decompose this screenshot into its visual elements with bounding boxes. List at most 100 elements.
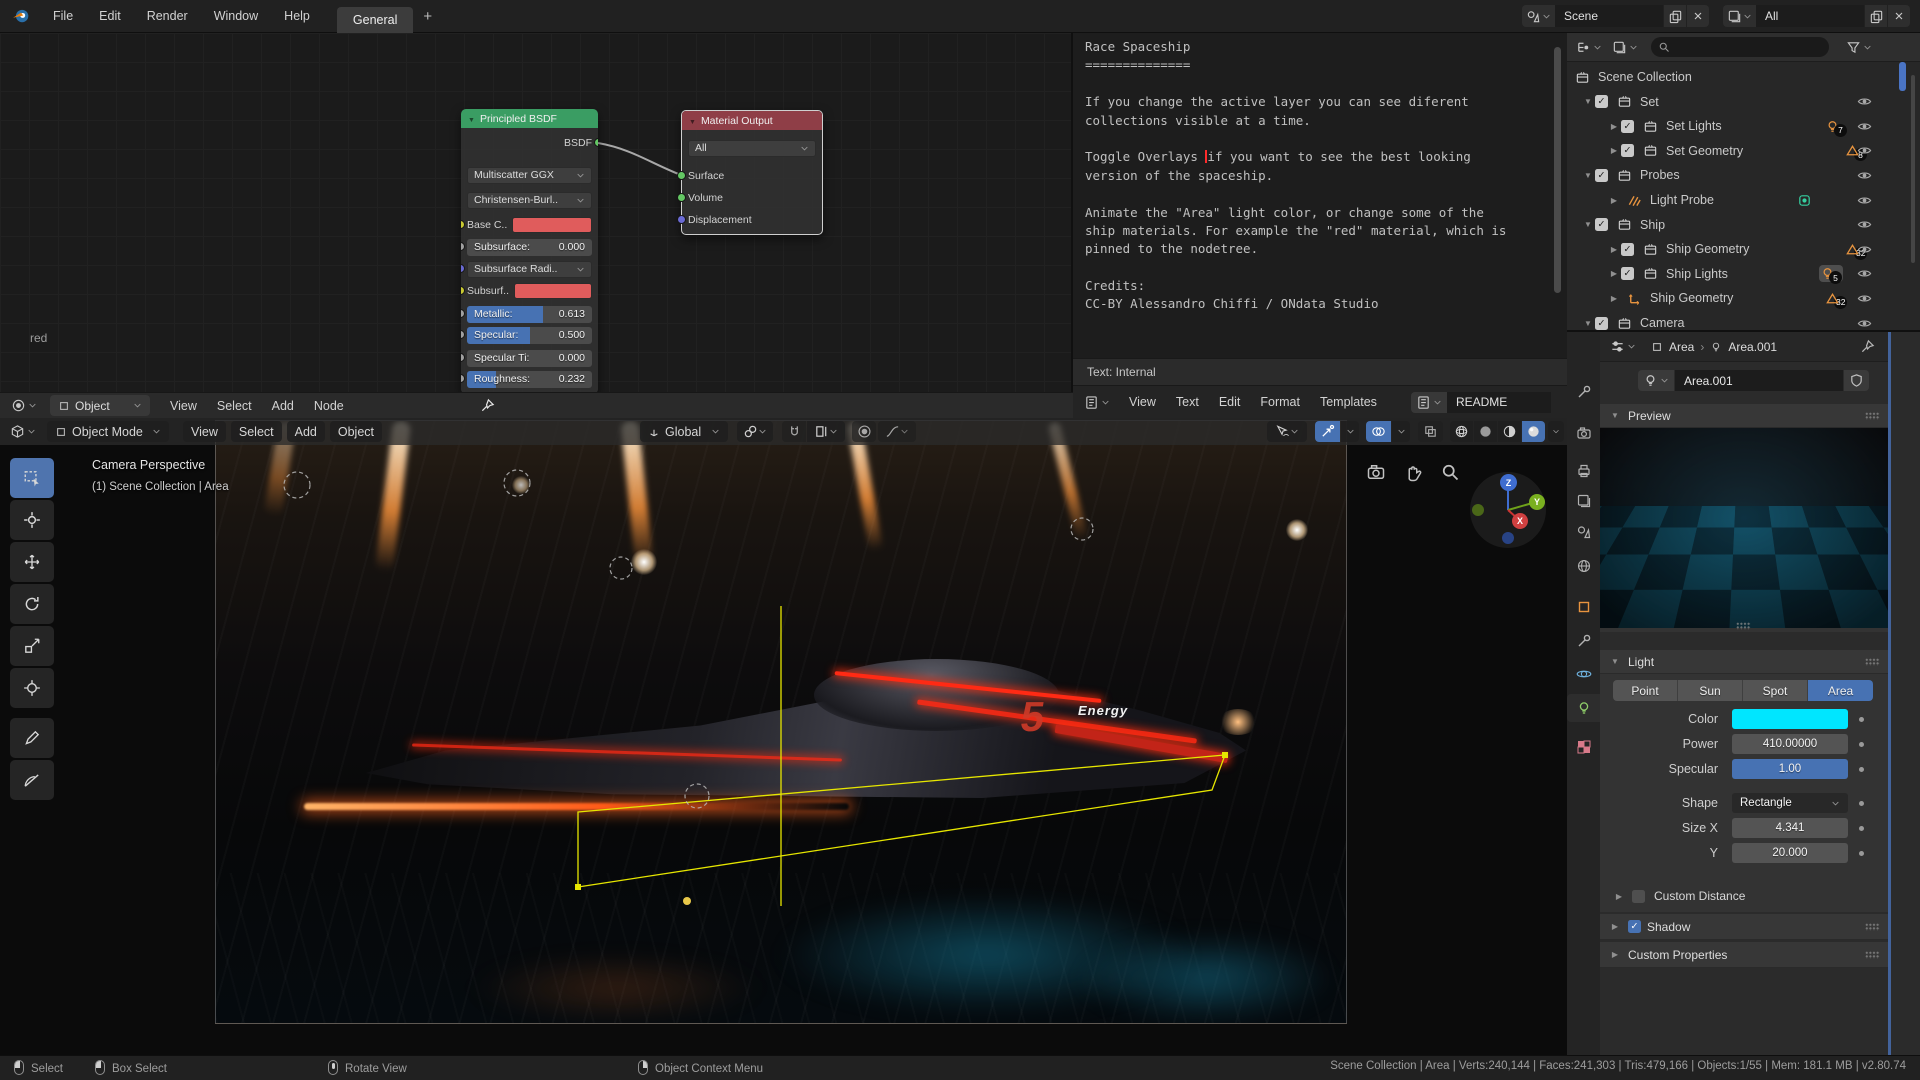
editor-type-button[interactable] [1079, 392, 1115, 413]
tool-cursor[interactable] [10, 500, 54, 540]
proportional-editing-button[interactable] [852, 421, 876, 442]
viewport-3d[interactable]: 5 Energy Obje [0, 418, 1567, 1055]
animate-dot[interactable] [1859, 742, 1864, 747]
menu-render[interactable]: Render [134, 9, 201, 23]
shadow-panel-header[interactable]: ▶ Shadow [1600, 914, 1888, 940]
gizmo-dropdown-button[interactable] [1341, 421, 1359, 442]
view-layer-new-button[interactable] [1865, 5, 1887, 27]
menu-select[interactable]: Select [231, 421, 282, 442]
outliner-row-ship-geometry-empty[interactable]: ▶ Ship Geometry 32 [1607, 286, 1920, 310]
tab-physics[interactable] [1576, 666, 1592, 682]
object-visibility-button[interactable] [1267, 421, 1307, 442]
eye-icon[interactable] [1857, 242, 1872, 257]
overlays-dropdown-button[interactable] [1392, 421, 1410, 442]
shading-solid-button[interactable] [1474, 421, 1497, 442]
pan-hand-button[interactable] [1403, 462, 1423, 482]
menu-format[interactable]: Format [1250, 395, 1310, 409]
outliner-row-light-probe[interactable]: ▶ Light Probe [1607, 188, 1920, 212]
tab-object[interactable] [1576, 599, 1592, 615]
shading-rendered-button[interactable] [1522, 421, 1545, 442]
specular-field[interactable]: 1.00 [1732, 759, 1848, 779]
scene-name-field[interactable]: Scene [1555, 5, 1663, 27]
outliner-row-ship[interactable]: ▼ Ship [1581, 213, 1911, 237]
specular-socket[interactable] [461, 330, 465, 339]
collection-checkbox[interactable] [1621, 120, 1634, 133]
tool-box-select[interactable] [10, 458, 54, 498]
material-output-node[interactable]: Material Output All Surface Volume Displ… [681, 110, 823, 235]
snap-target-button[interactable] [737, 421, 773, 442]
menu-object[interactable]: Object [330, 421, 382, 442]
grip-dots[interactable] [1865, 412, 1880, 420]
editor-type-button[interactable] [5, 421, 41, 442]
xray-toggle-button[interactable] [1418, 421, 1443, 442]
eye-icon[interactable] [1857, 291, 1872, 306]
disclosure-triangle[interactable]: ▼ [1581, 171, 1595, 180]
menu-view[interactable]: View [1119, 395, 1166, 409]
collapse-triangle-icon[interactable] [468, 113, 475, 125]
roughness-socket[interactable] [461, 374, 465, 383]
disclosure-triangle[interactable]: ▶ [1607, 146, 1621, 155]
metallic-socket[interactable] [461, 309, 465, 318]
eye-icon[interactable] [1857, 94, 1872, 109]
eye-icon[interactable] [1857, 168, 1872, 183]
overlays-toggle-button[interactable] [1366, 421, 1391, 442]
view-layer-remove-button[interactable] [1888, 5, 1910, 27]
output-target-dropdown[interactable]: All [688, 140, 816, 157]
shadow-checkbox[interactable] [1628, 920, 1641, 933]
tab-world[interactable] [1576, 558, 1592, 574]
collection-checkbox[interactable] [1595, 95, 1608, 108]
breadcrumb-object[interactable]: Area [1669, 340, 1694, 354]
eye-icon[interactable] [1857, 143, 1872, 158]
node-header[interactable]: Principled BSDF [461, 109, 598, 128]
subsurface-color-socket[interactable] [461, 286, 465, 295]
eye-icon[interactable] [1857, 217, 1872, 232]
snap-element-button[interactable] [807, 421, 845, 442]
text-datablock-name[interactable]: README [1447, 392, 1551, 413]
disclosure-triangle[interactable]: ▶ [1608, 922, 1622, 931]
region-handle[interactable] [1899, 62, 1906, 91]
gizmo-x-axis[interactable]: X [1512, 513, 1528, 529]
gizmo-z-negative[interactable] [1502, 532, 1514, 544]
disclosure-triangle[interactable]: ▼ [1581, 319, 1595, 328]
light-datablock-browse-button[interactable] [1638, 370, 1674, 391]
menu-add[interactable]: Add [262, 399, 304, 413]
pin-icon[interactable] [1860, 339, 1875, 354]
base-color-swatch[interactable] [512, 217, 592, 233]
tab-object-data-active[interactable] [1567, 694, 1600, 722]
outliner-search-input[interactable] [1651, 37, 1829, 57]
transform-orientation-dropdown[interactable]: Global [640, 421, 728, 442]
tool-rotate[interactable] [10, 584, 54, 624]
light-type-sun[interactable]: Sun [1678, 680, 1743, 701]
text-scrollbar[interactable] [1554, 47, 1561, 293]
volume-input-socket[interactable] [677, 193, 686, 202]
filter-button[interactable] [1841, 37, 1877, 58]
editor-type-button[interactable] [6, 395, 42, 416]
tab-scene[interactable] [1576, 524, 1592, 540]
tab-texture[interactable] [1576, 739, 1592, 755]
menu-text[interactable]: Text [1166, 395, 1209, 409]
disclosure-triangle[interactable]: ▶ [1607, 269, 1621, 278]
custom-distance-subpanel[interactable]: ▶ Custom Distance [1612, 885, 1745, 907]
animate-dot[interactable] [1859, 717, 1864, 722]
snap-toggle-button[interactable] [782, 421, 806, 442]
subsurface-slider[interactable]: Subsurface:0.000 [467, 239, 592, 256]
tab-output[interactable] [1576, 463, 1592, 479]
collection-checkbox[interactable] [1621, 243, 1634, 256]
disclosure-triangle[interactable]: ▶ [1607, 294, 1621, 303]
scene-new-button[interactable] [1664, 5, 1686, 27]
subsurface-radius-socket[interactable] [461, 264, 465, 273]
menu-file[interactable]: File [40, 9, 86, 23]
menu-templates[interactable]: Templates [1310, 395, 1387, 409]
panel-resize-grip[interactable] [1736, 622, 1751, 630]
shape-dropdown[interactable]: Rectangle [1732, 793, 1848, 813]
collapse-triangle-icon[interactable] [689, 115, 696, 127]
outliner-row-set-geometry[interactable]: ▶ Set Geometry 8 [1607, 139, 1920, 163]
tab-constraints[interactable] [1576, 633, 1592, 649]
grip-dots[interactable] [1865, 658, 1880, 666]
power-field[interactable]: 410.00000 [1732, 734, 1848, 754]
disclosure-triangle[interactable]: ▼ [1581, 97, 1595, 106]
gizmo-y-axis[interactable]: Y [1529, 494, 1545, 510]
light-panel-header[interactable]: ▼Light [1600, 650, 1888, 674]
animate-dot[interactable] [1859, 801, 1864, 806]
shader-type-dropdown[interactable]: Object [50, 395, 150, 416]
